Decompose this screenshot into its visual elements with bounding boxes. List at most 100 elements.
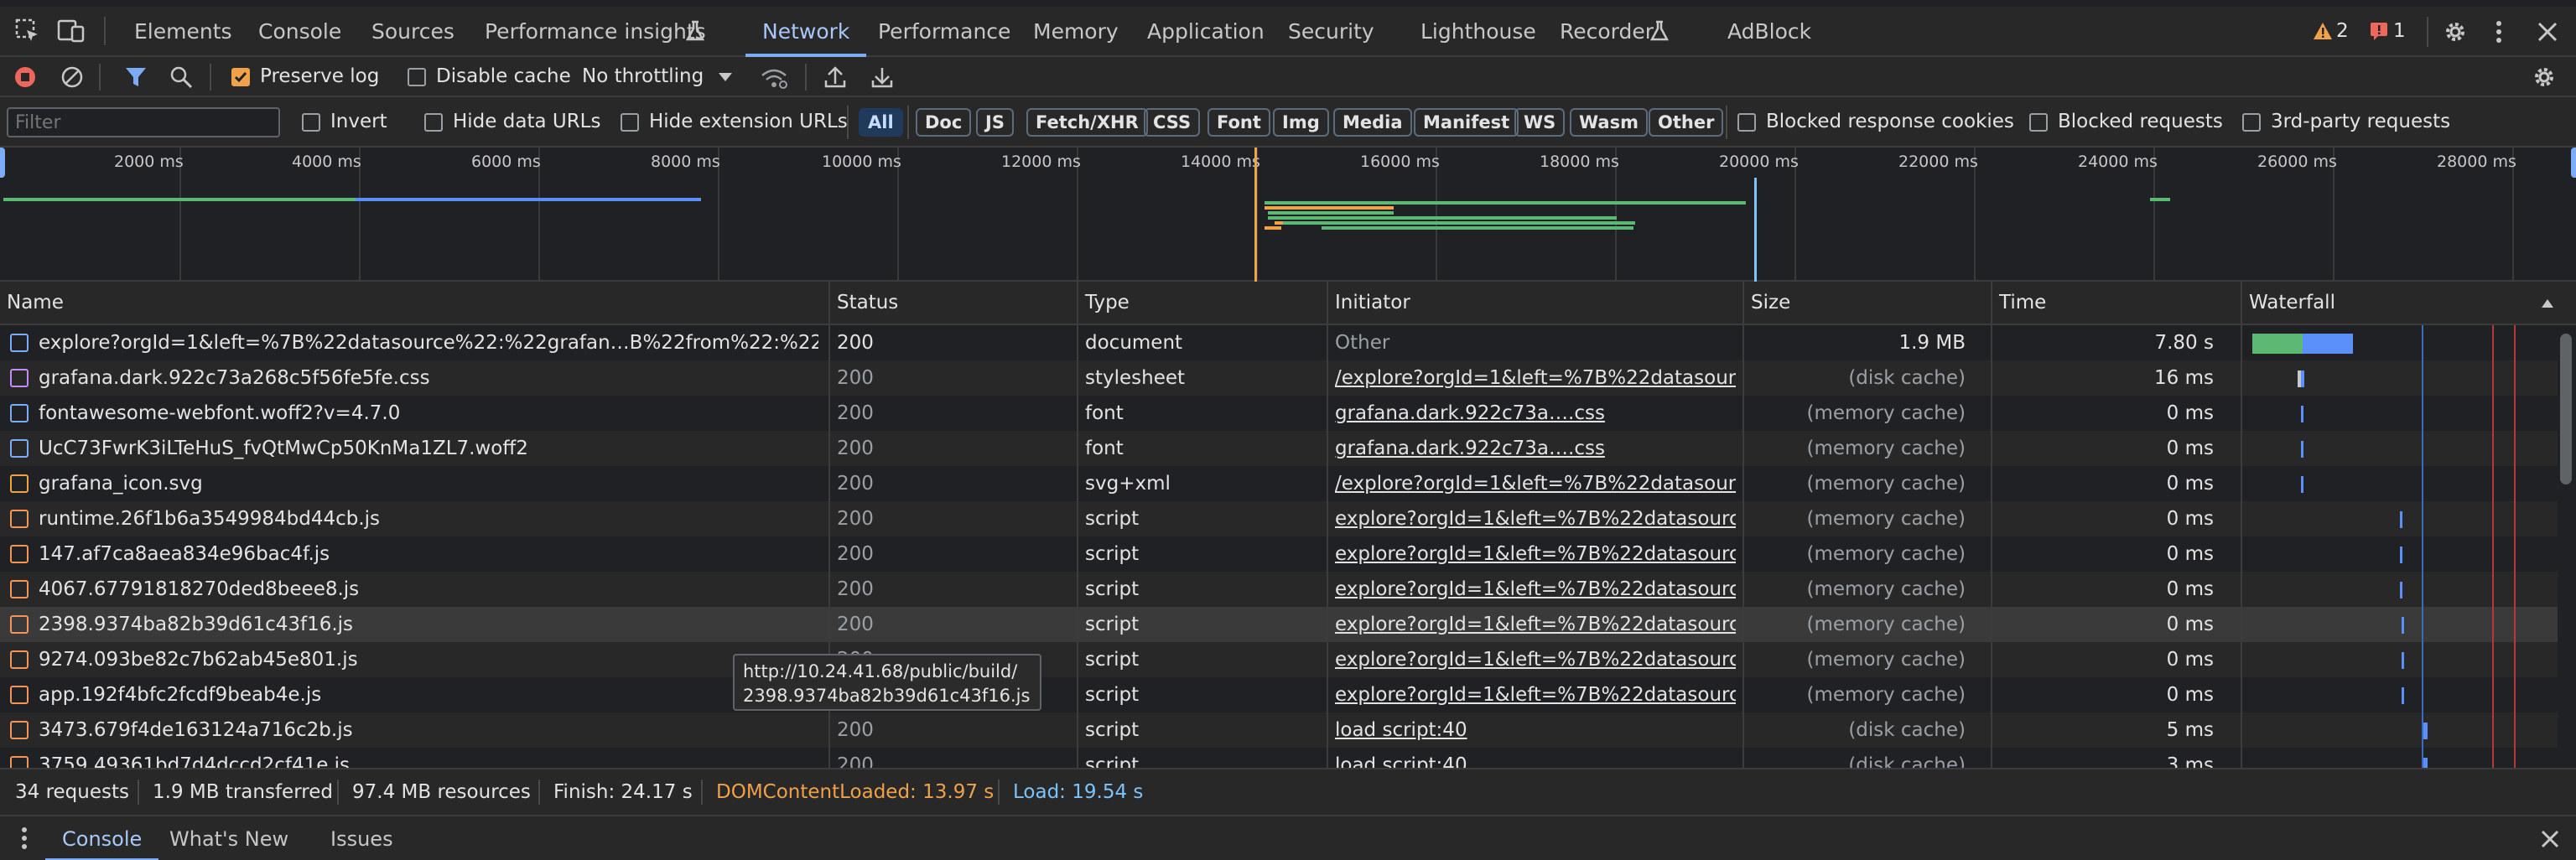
disable-cache-checkbox[interactable]: [408, 68, 426, 86]
stop-recording-icon[interactable]: [13, 65, 37, 89]
column-header-name[interactable]: Name: [7, 292, 64, 313]
column-header-time[interactable]: Time: [1999, 292, 2046, 313]
cell-size: (memory cache): [1806, 402, 1966, 424]
tick-label: 4000 ms: [292, 153, 361, 171]
table-row[interactable]: 2398.9374ba82b39d61c43f16.js 200 script exp…: [0, 607, 2558, 642]
cell-initiator[interactable]: grafana.dark.922c73a….css: [1335, 438, 1736, 459]
cell-initiator[interactable]: load script:40: [1335, 719, 1736, 741]
drawer-tab-issues[interactable]: Issues: [330, 816, 393, 860]
filter-input[interactable]: [7, 107, 280, 137]
settings-gear-icon[interactable]: [2442, 18, 2469, 45]
tab-application[interactable]: Application: [1147, 7, 1265, 57]
device-toolbar-icon[interactable]: [57, 18, 86, 44]
type-filter-manifest[interactable]: Manifest: [1414, 108, 1519, 137]
column-header-size[interactable]: Size: [1751, 292, 1790, 313]
blocked-response-cookies-checkbox[interactable]: [1737, 113, 1756, 132]
cell-initiator[interactable]: /explore?orgId=1&left=%7B%22datasour…: [1335, 473, 1736, 495]
tab-adblock[interactable]: AdBlock: [1727, 7, 1811, 57]
table-row[interactable]: app.192f4bfc2fcdf9beab4e.js200scriptexpl…: [0, 677, 2558, 712]
table-row[interactable]: 147.af7ca8aea834e96bac4f.js 200 script expl…: [0, 536, 2558, 572]
table-row[interactable]: grafana_icon.svg 200 svg+xml/explore?orgId…: [0, 466, 2558, 501]
type-filter-ws[interactable]: WS: [1514, 108, 1566, 137]
overview-bar: [2150, 198, 2170, 201]
table-row[interactable]: fontawesome-webfont.woff2?v=4.7.0 200 font…: [0, 396, 2558, 431]
network-settings-gear-icon[interactable]: [2531, 64, 2558, 91]
cell-status: 200: [837, 332, 874, 354]
table-row[interactable]: runtime.26f1b6a3549984bd44cb.js 200 script…: [0, 501, 2558, 536]
preserve-log-checkbox[interactable]: [231, 68, 250, 86]
table-scrollbar-thumb[interactable]: [2560, 334, 2572, 484]
drawer-menu-icon[interactable]: [20, 826, 29, 850]
export-har-icon[interactable]: [870, 65, 894, 89]
cell-initiator[interactable]: explore?orgId=1&left=%7B%22datasourc…: [1335, 649, 1736, 671]
clear-icon[interactable]: [60, 65, 84, 89]
blocked-requests-checkbox[interactable]: [2029, 113, 2048, 132]
tab-memory[interactable]: Memory: [1033, 7, 1119, 57]
error-icon[interactable]: [2370, 22, 2388, 40]
type-filter-css[interactable]: CSS: [1144, 108, 1201, 137]
sort-ascending-icon[interactable]: [2541, 298, 2554, 308]
close-devtools-icon[interactable]: [2537, 22, 2558, 42]
hide-data-urls-checkbox[interactable]: [424, 113, 443, 132]
type-filter-doc[interactable]: Doc: [916, 108, 972, 137]
tab-security[interactable]: Security: [1288, 7, 1374, 57]
cell-initiator[interactable]: explore?orgId=1&left=%7B%22datasourc…: [1335, 508, 1736, 530]
filter-funnel-icon[interactable]: [124, 65, 148, 89]
third-party-requests-checkbox[interactable]: [2242, 113, 2261, 132]
tab-sources[interactable]: Sources: [371, 7, 454, 57]
overview-bar: [1275, 221, 1283, 225]
type-filter-wasm[interactable]: Wasm: [1570, 108, 1648, 137]
inspect-element-icon[interactable]: [15, 18, 40, 44]
table-row[interactable]: 3473.679f4de163124a716c2b.js 200 script loa…: [0, 712, 2558, 748]
cell-initiator[interactable]: explore?orgId=1&left=%7B%22datasourc…: [1335, 578, 1736, 600]
cell-initiator[interactable]: explore?orgId=1&left=%7B%22datasourc…: [1335, 614, 1736, 635]
table-row[interactable]: grafana.dark.922c73a268c5f56fe5fe.css 200…: [0, 360, 2558, 396]
type-filter-media[interactable]: Media: [1333, 108, 1412, 137]
chevron-down-icon[interactable]: [718, 72, 733, 82]
column-header-initiator[interactable]: Initiator: [1335, 292, 1410, 313]
more-options-icon[interactable]: [2494, 18, 2504, 45]
column-header-type[interactable]: Type: [1085, 292, 1130, 313]
column-header-waterfall[interactable]: Waterfall: [2249, 292, 2335, 313]
type-filter-img[interactable]: Img: [1273, 108, 1329, 137]
overview-right-handle[interactable]: [2571, 148, 2576, 178]
load-marker: [1754, 178, 1757, 282]
tab-console[interactable]: Console: [258, 7, 341, 57]
type-filter-js[interactable]: JS: [976, 108, 1014, 137]
disable-cache-label: Disable cache: [436, 65, 571, 87]
table-row[interactable]: 9274.093be82c7b62ab45e801.js200scriptexp…: [0, 642, 2558, 677]
throttling-select[interactable]: No throttling: [582, 65, 704, 87]
type-filter-all[interactable]: All: [859, 108, 903, 137]
hide-extension-urls-checkbox[interactable]: [621, 113, 639, 132]
type-filter-other[interactable]: Other: [1649, 108, 1724, 137]
type-filter-fetch-xhr[interactable]: Fetch/XHR: [1026, 108, 1148, 137]
tab-performance[interactable]: Performance: [878, 7, 1010, 57]
warning-icon[interactable]: [2313, 22, 2333, 40]
cell-initiator[interactable]: explore?orgId=1&left=%7B%22datasourc…: [1335, 543, 1736, 565]
tab-elements[interactable]: Elements: [134, 7, 232, 57]
drawer-tab-whats-new[interactable]: What's New: [169, 816, 288, 860]
import-har-icon[interactable]: [823, 65, 847, 89]
search-icon[interactable]: [169, 65, 193, 89]
cell-initiator[interactable]: grafana.dark.922c73a….css: [1335, 402, 1736, 424]
tab-performance-insights[interactable]: Performance insights: [485, 7, 706, 57]
drawer-tab-console[interactable]: Console: [44, 816, 159, 860]
resources-size: 97.4 MB resources: [352, 781, 531, 803]
tab-recorder[interactable]: Recorder: [1560, 7, 1654, 57]
network-conditions-icon[interactable]: [760, 67, 788, 89]
overview-left-handle[interactable]: [0, 148, 5, 178]
column-header-status[interactable]: Status: [837, 292, 898, 313]
cell-initiator[interactable]: /explore?orgId=1&left=%7B%22datasour…: [1335, 367, 1736, 389]
timeline-overview[interactable]: 2000 ms 4000 ms 6000 ms 8000 ms 10000 ms…: [0, 148, 2576, 282]
tab-network[interactable]: Network: [745, 7, 867, 57]
cell-initiator[interactable]: explore?orgId=1&left=%7B%22datasourc…: [1335, 684, 1736, 706]
type-filter-font[interactable]: Font: [1208, 108, 1270, 137]
tab-lighthouse[interactable]: Lighthouse: [1420, 7, 1536, 57]
cell-initiator[interactable]: Other: [1335, 332, 1736, 354]
table-row[interactable]: explore?orgId=1&left=%7B%22datasource%22…: [0, 325, 2558, 360]
invert-checkbox[interactable]: [302, 113, 320, 132]
close-drawer-icon[interactable]: [2541, 830, 2559, 848]
table-row[interactable]: 4067.67791818270ded8beee8.js 200 script exp…: [0, 572, 2558, 607]
table-row[interactable]: UcC73FwrK3iLTeHuS_fvQtMwCp50KnMa1ZL7.wof…: [0, 431, 2558, 466]
waterfall-bar: [2252, 334, 2303, 354]
